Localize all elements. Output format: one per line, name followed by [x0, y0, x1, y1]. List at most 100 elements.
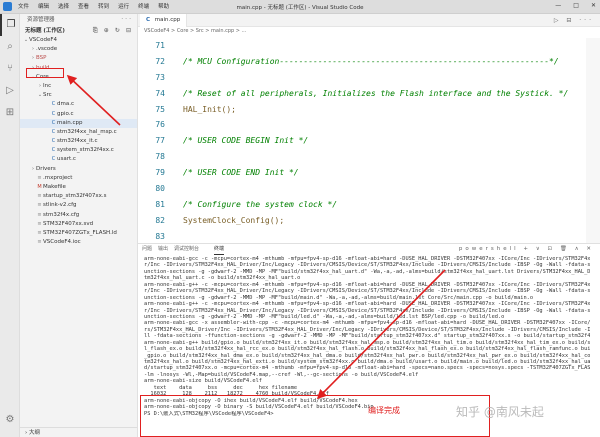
close-icon[interactable]: ✕	[591, 2, 596, 9]
terminal-line: d/startup_stm32f407xx.o -mcpu=cortex-m4 …	[144, 365, 590, 372]
panel-actions[interactable]: powershell + ∨ ⊡ 🗑 ∧ ✕	[459, 244, 594, 254]
workspace-header[interactable]: 无标题 (工作区) ⎘ ⊕ ↻ ⊟	[20, 26, 137, 36]
file-type-icon: C	[51, 110, 56, 117]
line-number: 82	[155, 215, 165, 225]
folder-item[interactable]: › BSP	[20, 54, 137, 63]
search-icon[interactable]: ⌕	[0, 36, 20, 58]
file-item[interactable]: ≡.mxproject	[20, 174, 137, 183]
file-type-icon: M	[37, 184, 42, 190]
panel-tab[interactable]: 调试控制台	[174, 244, 199, 254]
more-actions-icon[interactable]: ···	[121, 14, 133, 26]
explorer-title-label: 资源管理器	[27, 17, 55, 23]
code-line[interactable]: 80	[138, 181, 600, 197]
editor-tabs: C main.cpp ▷ ⊟ ···	[138, 14, 600, 27]
build-highlight-box	[26, 68, 64, 78]
tab-main-cpp[interactable]: C main.cpp	[140, 14, 188, 27]
panel-tab[interactable]: 终端	[214, 244, 225, 255]
explorer-actions[interactable]: ⎘ ⊕ ↻ ⊟	[93, 26, 133, 36]
files-icon[interactable]: ❐	[0, 14, 20, 36]
code-line[interactable]: 75 HAL_Init();	[138, 102, 600, 118]
file-type-icon: ≡	[37, 239, 42, 246]
code-line[interactable]: 78	[138, 149, 600, 165]
file-item[interactable]: Cusart.c	[20, 155, 137, 164]
line-number: 72	[155, 56, 165, 66]
code-text: HAL_Init();	[183, 104, 236, 114]
panel-tabs: 问题 输出 调试控制台 终端 powershell + ∨ ⊡ 🗑 ∧ ✕	[138, 244, 600, 255]
folder-item[interactable]: ⌄Src	[20, 91, 137, 100]
terminal-line: arm-none-eabi-gcc -x assembler-with-cpp …	[144, 320, 590, 327]
file-item[interactable]: ≡STM32F407ZGTx_FLASH.ld	[20, 229, 137, 238]
line-number: 76	[155, 120, 165, 130]
folder-item[interactable]: › Inc	[20, 82, 137, 91]
file-item[interactable]: ≡startup_stm32f407xx.s	[20, 192, 137, 201]
terminal-line: r/Inc -IDrivers/STM32F4xx_HAL_Driver/Inc…	[144, 307, 590, 314]
file-item[interactable]: ≡STM32F407xx.svd	[20, 220, 137, 229]
folder-item[interactable]: ⌄VSCodeF4	[20, 36, 137, 45]
terminal-line: r/Inc -IDrivers/STM32F4xx_HAL_Driver/Inc…	[144, 288, 590, 295]
tree-item-label: .vscode	[36, 46, 58, 53]
code-text: /* USER CODE END Init */	[183, 168, 299, 178]
panel-tab[interactable]: 问题	[142, 244, 152, 254]
tree-item-label: startup_stm32f407xx.s	[43, 193, 107, 200]
code-line[interactable]: 71	[138, 38, 600, 54]
code-line[interactable]: 81 /* Configure the system clock */	[138, 197, 600, 213]
code-area[interactable]: 71 72 /* MCU Configuration----------------…	[138, 38, 600, 243]
tree-item-label: stlink-v2.cfg	[43, 202, 77, 209]
cpp-file-icon: C	[146, 17, 151, 23]
tree-item-label: VSCodeF4.ioc	[43, 239, 81, 246]
file-item[interactable]: Cgpio.c	[20, 110, 137, 119]
editor-actions[interactable]: ▷ ⊟ ···	[554, 17, 594, 24]
explorer-title: 资源管理器 ···	[20, 14, 137, 26]
file-item[interactable]: MMakefile	[20, 183, 137, 192]
outline-label: 大纲	[28, 430, 40, 436]
line-number: 80	[155, 184, 165, 194]
file-type-icon: ≡	[37, 220, 42, 227]
minimize-icon[interactable]: —	[555, 2, 561, 9]
file-item[interactable]: Cstm32f4xx_hal_msp.c	[20, 128, 137, 137]
gear-icon[interactable]: ⚙	[0, 409, 20, 431]
code-line[interactable]: 73	[138, 70, 600, 86]
panel-tab[interactable]: 输出	[158, 244, 168, 254]
extensions-icon[interactable]: ⊞	[0, 102, 20, 124]
folder-item[interactable]: › Drivers	[20, 165, 137, 174]
tree-item-label: STM32F407xx.svd	[43, 220, 94, 227]
code-line[interactable]: 77 /* USER CODE BEGIN Init */	[138, 133, 600, 149]
folder-item[interactable]: › .vscode	[20, 45, 137, 54]
outline-section[interactable]: › 大纲	[20, 427, 137, 437]
breadcrumb[interactable]: VSCodeF4 > Core > Src > main.cpp > ...	[138, 27, 600, 36]
file-item[interactable]: Cmain.cpp	[20, 118, 137, 128]
file-item[interactable]: ≡stm32f4x.cfg	[20, 211, 137, 220]
line-number: 77	[155, 136, 165, 146]
line-number: 79	[155, 168, 165, 178]
source-control-icon[interactable]: ⑂	[0, 58, 20, 80]
tree-item-label: Makefile	[43, 184, 66, 190]
file-item[interactable]: Cdma.c	[20, 100, 137, 109]
tree-item-label: stm32f4xx_hal_msp.c	[57, 128, 117, 135]
minimap[interactable]	[586, 38, 600, 243]
vscode-window: 文件 编辑 选择 查看 转到 运行 终端 帮助 main.cpp - 无标题 (工作区) - …	[0, 0, 600, 437]
file-item[interactable]: ≡stlink-v2.cfg	[20, 201, 137, 210]
code-line[interactable]: 83	[138, 229, 600, 243]
code-line[interactable]: 76	[138, 117, 600, 133]
file-type-icon: ≡	[37, 229, 42, 236]
run-debug-icon[interactable]: ▷	[0, 80, 20, 102]
file-type-icon: ≡	[37, 202, 42, 209]
maximize-icon[interactable]: □	[573, 2, 579, 9]
code-line[interactable]: 74 /* Reset of all peripherals, Initializ…	[138, 86, 600, 102]
code-line[interactable]: 82 SystemClock_Config();	[138, 213, 600, 229]
tree-item-label: Src	[43, 92, 52, 99]
file-item[interactable]: Csystem_stm32f4xx.c	[20, 146, 137, 155]
outline-chevron-icon: ›	[25, 430, 28, 436]
file-item[interactable]: ≡VSCodeF4.ioc	[20, 238, 137, 247]
line-number: 75	[155, 104, 165, 114]
file-type-icon: C	[51, 101, 56, 108]
code-line[interactable]: 72 /* MCU Configuration------------------…	[138, 54, 600, 70]
file-item[interactable]: Cstm32f4xx_it.c	[20, 137, 137, 146]
build-complete-annotation: 编译完成	[368, 406, 400, 415]
tree-item-label: stm32f4xx_it.c	[57, 138, 98, 145]
code-line[interactable]: 79 /* USER CODE END Init */	[138, 165, 600, 181]
window-controls: — □ ✕	[555, 2, 596, 9]
code-text: SystemClock_Config();	[183, 215, 285, 225]
terminal-line: r/Inc -IDrivers/STM32F4xx_HAL_Driver/Inc…	[144, 262, 590, 269]
tree-item-label: main.cpp	[57, 119, 83, 126]
